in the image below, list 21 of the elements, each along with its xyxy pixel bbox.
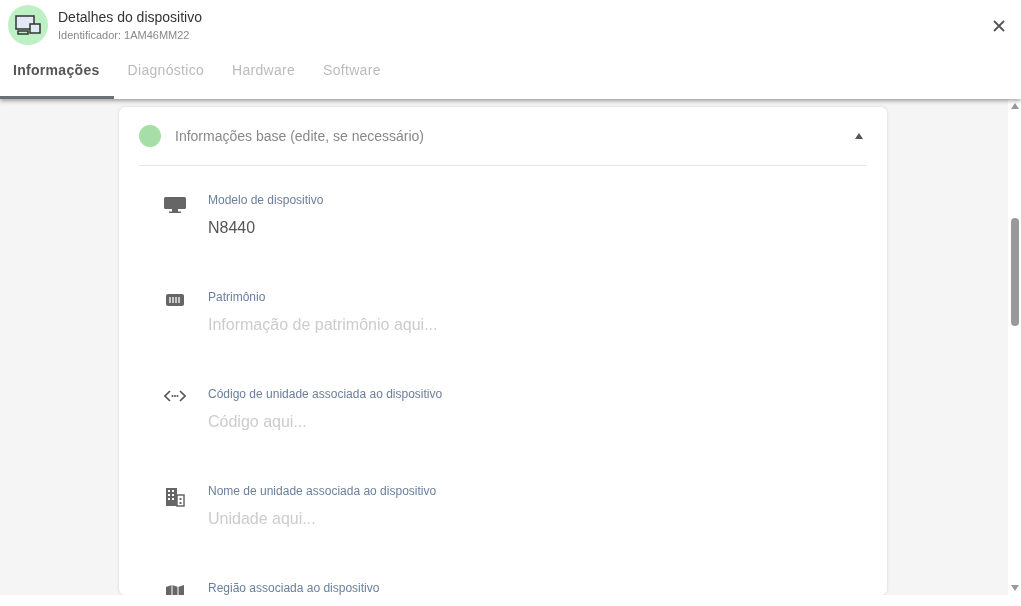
dialog-title: Detalhes do dispositivo [58, 9, 203, 25]
code-icon [164, 390, 186, 402]
field-label: Região associada ao dispositivo [208, 581, 381, 595]
tab[interactable]: Software [309, 62, 395, 99]
field-label: Modelo de dispositivo [208, 193, 325, 207]
status-dot [139, 125, 161, 147]
input-field[interactable]: N8440 [208, 219, 608, 237]
field-label: Nome de unidade associada ao dispositivo [208, 484, 438, 498]
section-title: Informações base (edite, se necessário) [175, 128, 425, 144]
tab[interactable]: Diagnóstico [113, 62, 218, 99]
monitor-icon [164, 196, 186, 214]
field-label: Patrimônio [208, 290, 267, 304]
tag-icon [165, 293, 185, 307]
tab[interactable]: Hardware [218, 62, 310, 99]
building-icon [165, 487, 185, 507]
caret-icon[interactable] [855, 133, 863, 139]
scrollbar[interactable] [1008, 99, 1021, 595]
devices-icon [14, 14, 42, 36]
field-label: Código de unidade associada ao dispositivo [208, 387, 444, 401]
close-icon [993, 20, 1005, 32]
device-identifier: Identificador: 1AM46MM22 [58, 29, 191, 41]
